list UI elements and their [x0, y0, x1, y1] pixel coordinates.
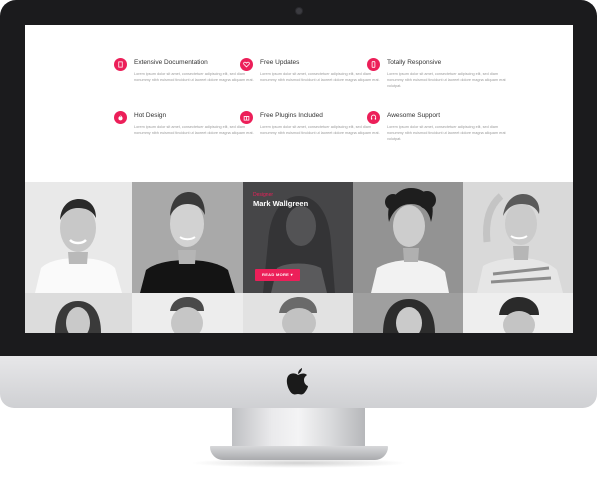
mobile-icon — [367, 58, 380, 71]
team-grid: Designer Mark Wallgreen READ MORE ▾ — [25, 182, 573, 333]
monitor-stand-neck — [232, 408, 365, 448]
team-member-photo[interactable] — [25, 182, 132, 293]
feature-description: Lorem ipsum dolor sit amet, consectetuer… — [260, 72, 380, 83]
member-name: Mark Wallgreen — [253, 199, 309, 208]
person-photo — [371, 188, 449, 293]
monitor-stand-foot — [210, 446, 388, 460]
feature-title: Hot Design — [134, 112, 167, 119]
feature-title: Extensive Documentation — [134, 59, 208, 66]
team-member-photo[interactable] — [463, 293, 573, 333]
feature-description: Lorem ipsum dolor sit amet, consectetuer… — [260, 125, 380, 136]
team-member-photo[interactable] — [243, 293, 353, 333]
person-photo — [35, 199, 122, 293]
apple-logo-icon — [286, 368, 308, 395]
feature-description: Lorem ipsum dolor sit amet, consectetuer… — [387, 125, 506, 142]
feature-title: Free Updates — [260, 59, 300, 66]
team-member-photo[interactable] — [353, 182, 463, 293]
team-member-photo[interactable] — [463, 182, 573, 293]
person-photo — [170, 297, 204, 333]
person-photo — [499, 297, 539, 333]
person-photo — [55, 301, 101, 333]
gift-icon — [240, 111, 253, 124]
chevron-down-icon: ▾ — [290, 272, 293, 277]
person-photo — [477, 193, 563, 293]
person-photo — [140, 192, 235, 293]
team-member-photo[interactable] — [132, 182, 243, 293]
person-photo — [279, 297, 317, 333]
headset-icon — [367, 111, 380, 124]
feature-description: Lorem ipsum dolor sit amet, consectetuer… — [134, 72, 254, 83]
feature-description: Lorem ipsum dolor sit amet, consectetuer… — [387, 72, 506, 89]
feature-title: Awesome Support — [387, 112, 440, 119]
heart-icon — [240, 58, 253, 71]
feature-title: Free Plugins Included — [260, 112, 323, 119]
camera-icon — [296, 8, 302, 14]
read-more-button[interactable]: READ MORE ▾ — [255, 269, 300, 281]
team-member-featured[interactable]: Designer Mark Wallgreen READ MORE ▾ — [243, 182, 353, 293]
read-more-label: READ MORE — [262, 272, 290, 277]
person-photo — [383, 299, 435, 333]
document-icon — [114, 58, 127, 71]
flame-icon — [114, 111, 127, 124]
team-member-photo[interactable] — [132, 293, 243, 333]
team-member-photo[interactable] — [353, 293, 463, 333]
team-member-photo[interactable] — [25, 293, 132, 333]
screen: Extensive Documentation Lorem ipsum dolo… — [25, 25, 573, 333]
member-role: Designer — [253, 192, 274, 198]
feature-title: Totally Responsive — [387, 59, 442, 66]
feature-description: Lorem ipsum dolor sit amet, consectetuer… — [134, 125, 254, 136]
